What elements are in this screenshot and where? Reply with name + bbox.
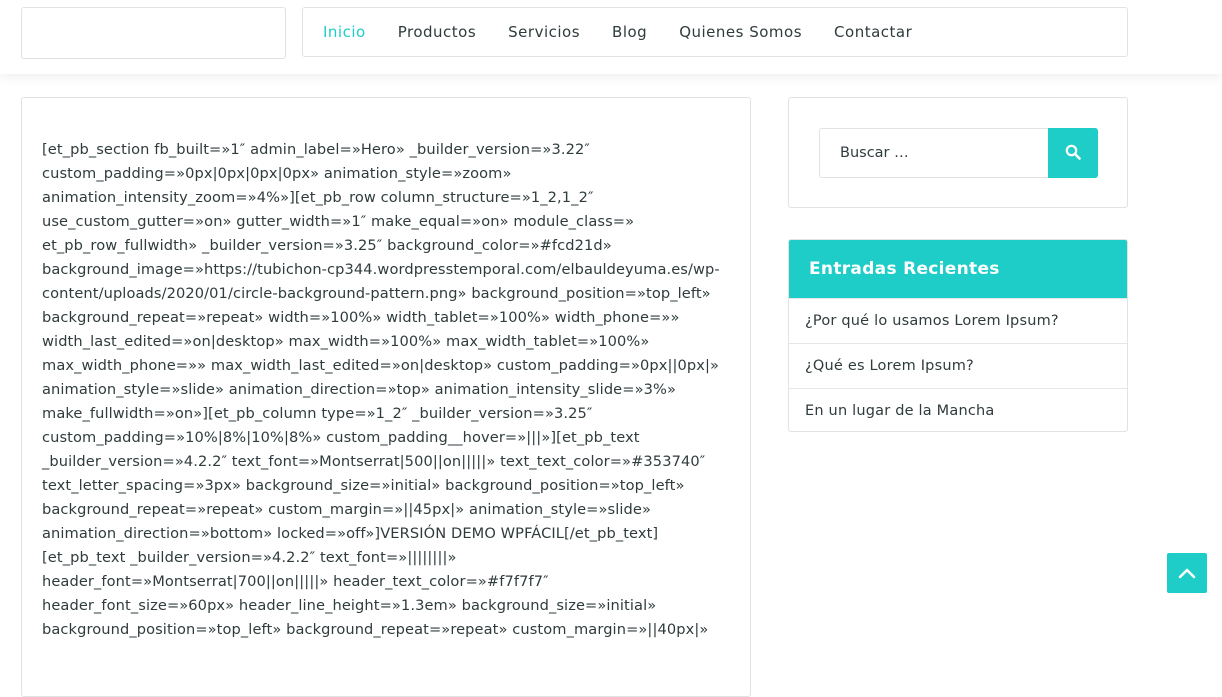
nav-item-quienes-somos[interactable]: Quienes Somos — [679, 23, 802, 41]
nav-item-productos[interactable]: Productos — [398, 23, 476, 41]
search-button[interactable] — [1048, 128, 1098, 178]
nav-item-inicio[interactable]: Inicio — [323, 23, 366, 41]
nav-item-servicios[interactable]: Servicios — [508, 23, 580, 41]
search-widget — [788, 97, 1128, 208]
recent-post-link[interactable]: ¿Por qué lo usamos Lorem Ipsum? — [789, 298, 1127, 343]
search-icon — [1065, 144, 1081, 163]
search-input[interactable] — [819, 128, 1049, 178]
recent-post-link[interactable]: ¿Qué es Lorem Ipsum? — [789, 343, 1127, 388]
recent-posts-widget: Entradas Recientes ¿Por qué lo usamos Lo… — [788, 239, 1128, 432]
chevron-up-icon — [1178, 564, 1196, 583]
scroll-to-top-button[interactable] — [1167, 553, 1207, 593]
site-logo[interactable] — [21, 7, 286, 59]
post-body-text: [et_pb_section fb_built=»1″ admin_label=… — [42, 141, 720, 638]
main-nav: Inicio Productos Servicios Blog Quienes … — [302, 7, 1128, 57]
recent-post-link[interactable]: En un lugar de la Mancha — [789, 388, 1127, 431]
site-header: Inicio Productos Servicios Blog Quienes … — [0, 0, 1222, 74]
post-content: [et_pb_section fb_built=»1″ admin_label=… — [21, 97, 751, 697]
nav-item-contactar[interactable]: Contactar — [834, 23, 912, 41]
recent-posts-title: Entradas Recientes — [789, 240, 1127, 298]
nav-item-blog[interactable]: Blog — [612, 23, 647, 41]
